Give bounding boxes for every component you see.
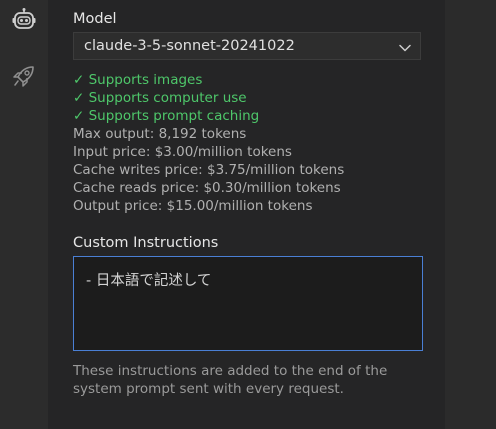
cache-reads-price-value: $0.30/million tokens	[203, 180, 341, 196]
rocket-icon	[11, 63, 37, 89]
input-price-row: Input price: $3.00/million tokens	[73, 143, 344, 161]
custom-instructions-textarea[interactable]: - 日本語で記述して	[73, 256, 423, 351]
model-label: Model	[73, 11, 117, 27]
model-select-value: claude-3-5-sonnet-20241022	[84, 38, 295, 54]
capability-images: ✓ Supports images	[73, 72, 203, 88]
output-price-label: Output price:	[73, 198, 163, 214]
model-info: ✓ Supports images ✓ Supports computer us…	[73, 71, 344, 215]
max-output-row: Max output: 8,192 tokens	[73, 125, 344, 143]
capability-prompt-caching: ✓ Supports prompt caching	[73, 108, 260, 124]
cache-writes-price-value: $3.75/million tokens	[206, 162, 345, 178]
max-output-label: Max output:	[73, 126, 155, 142]
cache-reads-price-label: Cache reads price:	[73, 180, 200, 196]
max-output-value: 8,192 tokens	[158, 126, 247, 142]
editor-area	[445, 0, 496, 429]
cache-writes-price-label: Cache writes price:	[73, 162, 203, 178]
custom-instructions-text: - 日本語で記述して	[86, 273, 212, 289]
input-price-value: $3.00/million tokens	[154, 144, 292, 160]
capability-computer-use: ✓ Supports computer use	[73, 90, 247, 106]
cache-reads-price-row: Cache reads price: $0.30/million tokens	[73, 179, 344, 197]
robot-icon	[11, 7, 37, 33]
output-price-value: $15.00/million tokens	[166, 198, 313, 214]
output-price-row: Output price: $15.00/million tokens	[73, 197, 344, 215]
custom-instructions-help: These instructions are added to the end …	[73, 363, 388, 397]
input-price-label: Input price:	[73, 144, 151, 160]
activity-bar	[0, 0, 48, 429]
model-select[interactable]: claude-3-5-sonnet-20241022	[73, 32, 421, 60]
activity-item-assistant[interactable]	[0, 0, 48, 40]
activity-item-deploy[interactable]	[0, 56, 48, 96]
chevron-down-icon	[399, 41, 411, 57]
custom-instructions-label: Custom Instructions	[73, 235, 219, 251]
cache-writes-price-row: Cache writes price: $3.75/million tokens	[73, 161, 344, 179]
